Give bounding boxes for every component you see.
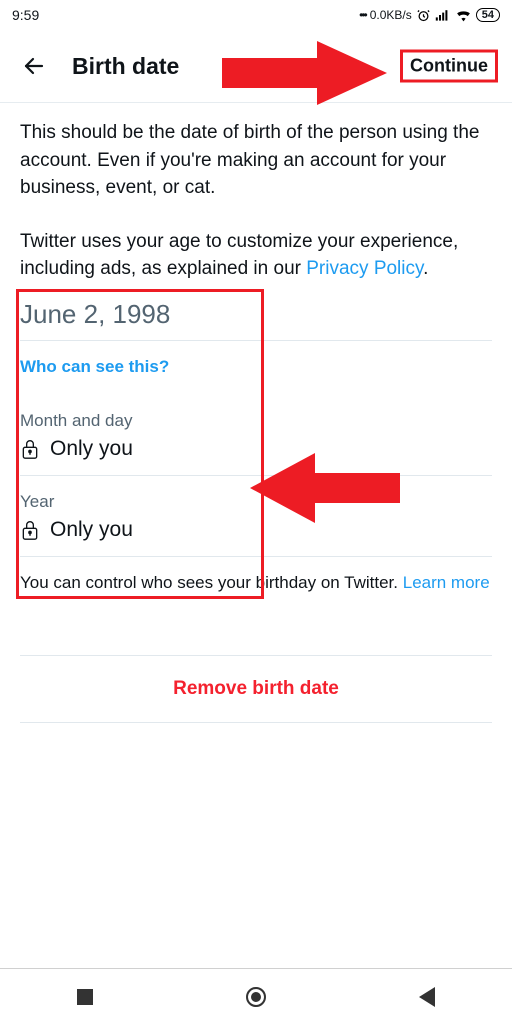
back-button[interactable] — [16, 48, 52, 84]
home-button[interactable] — [246, 987, 266, 1007]
page-title: Birth date — [72, 53, 179, 80]
content: This should be the date of birth of the … — [0, 103, 512, 723]
privacy-policy-link[interactable]: Privacy Policy — [306, 258, 423, 279]
birth-date-section: June 2, 1998 Who can see this? Month and… — [20, 293, 492, 557]
lock-icon — [20, 519, 40, 541]
status-right: ••• 0.0KB/s 54 — [359, 8, 500, 23]
month-day-label: Month and day — [20, 411, 492, 431]
recent-apps-button[interactable] — [77, 989, 93, 1005]
divider — [20, 556, 492, 557]
divider — [20, 475, 492, 476]
spacer — [20, 595, 492, 655]
page-header: Birth date Continue — [0, 30, 512, 102]
description-2b: . — [423, 258, 428, 279]
description-2: Twitter uses your age to customize your … — [20, 228, 492, 283]
system-nav-bar — [0, 968, 512, 1024]
battery-indicator: 54 — [476, 8, 500, 22]
month-day-value: Only you — [50, 437, 133, 461]
net-speed: 0.0KB/s — [370, 8, 412, 22]
more-dots-icon: ••• — [359, 8, 366, 22]
wifi-icon — [455, 8, 472, 22]
signal-icon — [435, 8, 451, 22]
birth-date-value[interactable]: June 2, 1998 — [20, 293, 492, 340]
footer-text: You can control who sees your birthday o… — [20, 573, 403, 592]
who-can-see-link[interactable]: Who can see this? — [20, 341, 169, 395]
year-selector[interactable]: Only you — [20, 512, 492, 556]
footer-note: You can control who sees your birthday o… — [20, 557, 492, 596]
continue-button[interactable]: Continue — [402, 52, 496, 81]
divider — [20, 722, 492, 723]
remove-birth-date-button[interactable]: Remove birth date — [20, 656, 492, 722]
description-1: This should be the date of birth of the … — [20, 119, 492, 202]
lock-icon — [20, 438, 40, 460]
year-value: Only you — [50, 518, 133, 542]
arrow-left-icon — [22, 54, 46, 78]
month-day-selector[interactable]: Only you — [20, 431, 492, 475]
status-bar: 9:59 ••• 0.0KB/s 54 — [0, 0, 512, 30]
back-system-button[interactable] — [419, 987, 435, 1007]
alarm-icon — [416, 8, 431, 23]
learn-more-link[interactable]: Learn more — [403, 573, 490, 592]
year-label: Year — [20, 492, 492, 512]
status-time: 9:59 — [12, 7, 39, 23]
